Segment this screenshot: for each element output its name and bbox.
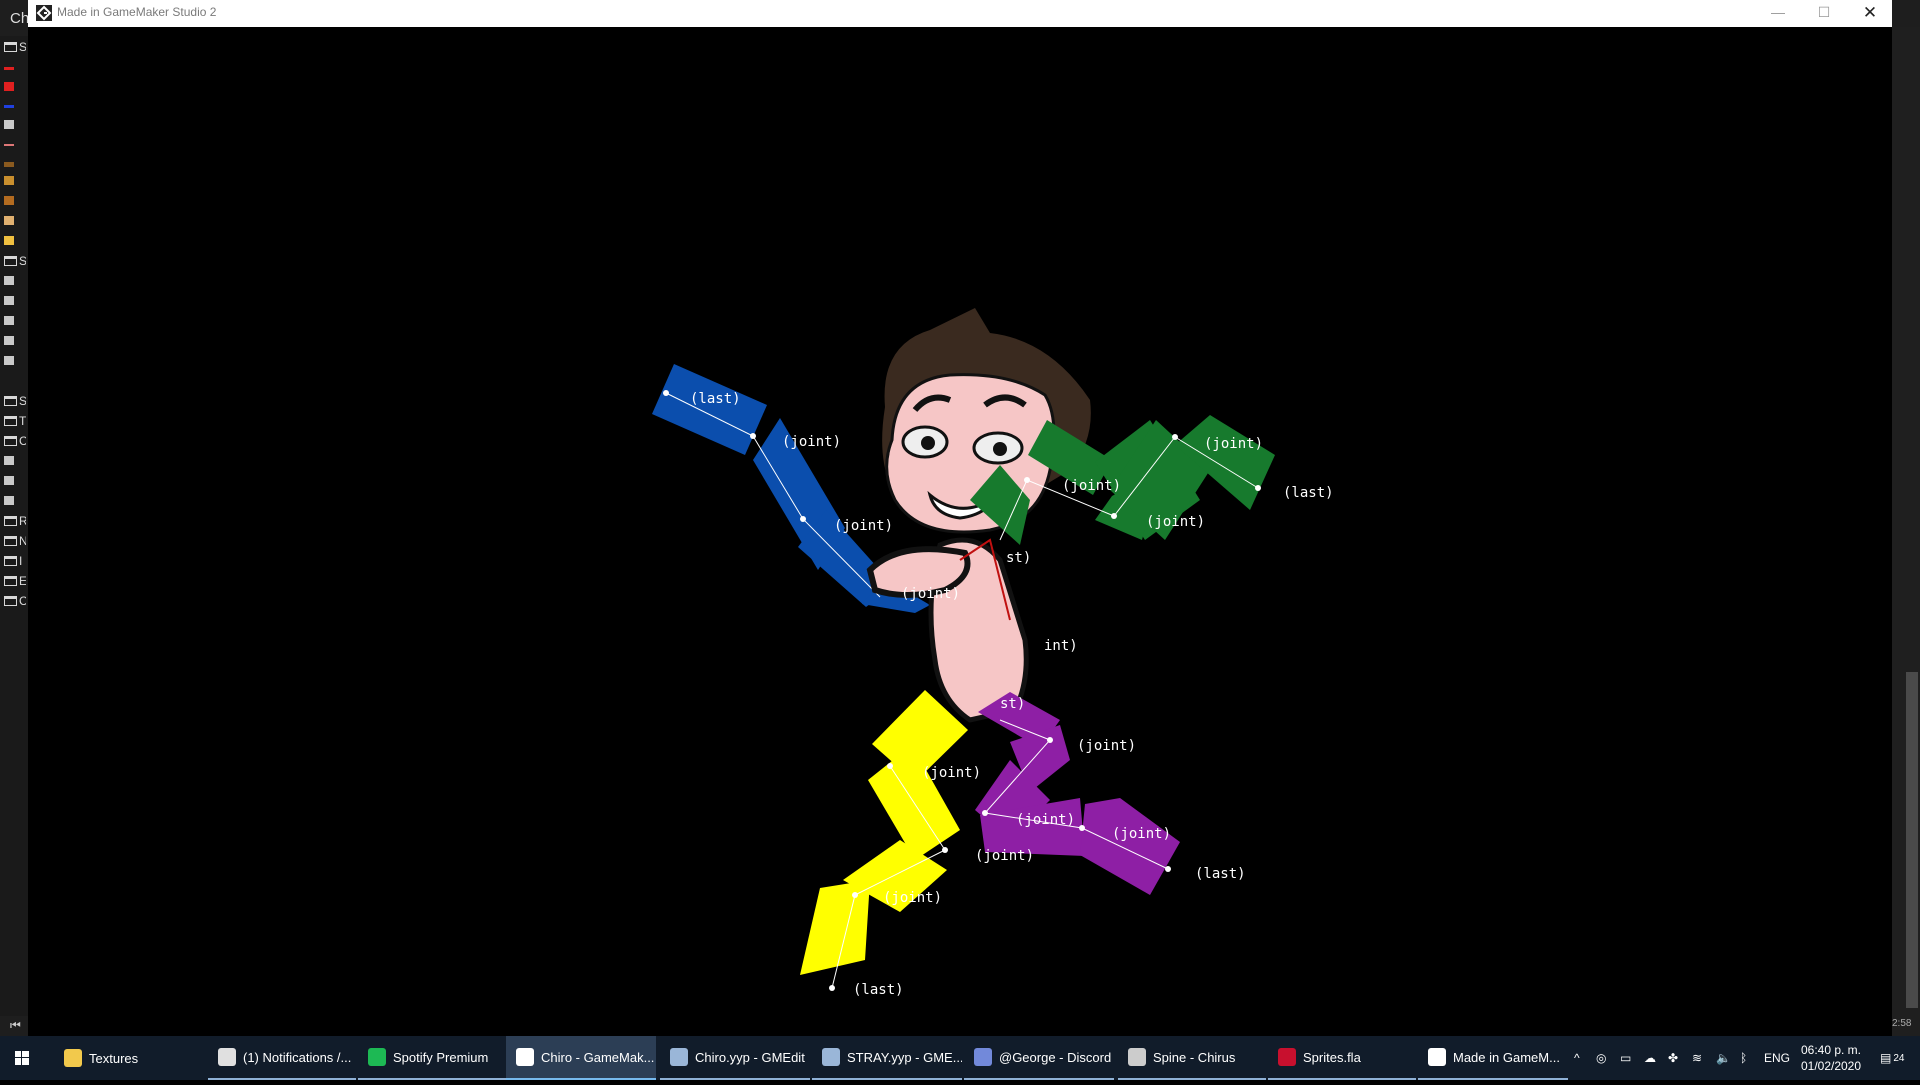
joint-label: (joint) [1016,812,1075,828]
joint-label: (joint) [1062,478,1121,494]
app-icon [516,1048,534,1066]
joint-label: st) [1000,696,1025,712]
taskbar-item-label: Textures [89,1050,139,1066]
joint-label: (joint) [883,890,942,906]
joint-label: (last) [1195,866,1246,882]
windows-taskbar: Textures (1) Notifications /... Spotify Pr… [0,1036,1920,1080]
bluetooth-icon[interactable]: ᛒ [1740,1036,1747,1080]
taskbar-item-label: Spine - Chirus [1153,1049,1236,1065]
app-icon [1428,1048,1446,1066]
volume-icon[interactable]: 🔈 [1716,1036,1731,1080]
yellow-limb [800,690,968,989]
notification-count: 24 [1893,1052,1905,1064]
joint-label: (joint) [975,848,1034,864]
tray-app-icon[interactable]: ◎ [1596,1036,1606,1080]
taskbar-item[interactable]: STRAY.yyp - GME... [812,1036,962,1080]
taskbar-item-label: Chiro - GameMak... [541,1049,655,1065]
taskbar-item[interactable]: Sprites.fla [1268,1036,1416,1080]
cloud-icon[interactable]: ☁ [1644,1036,1656,1080]
clock-time: 06:40 p. m. [1800,1043,1862,1057]
joint-label: int) [1044,638,1078,654]
clock-date: 01/02/2020 [1800,1059,1862,1073]
joint-label: (joint) [834,518,893,534]
joint-label: (last) [853,982,904,998]
taskbar-item[interactable]: Made in GameM... [1418,1036,1568,1080]
app-icon [670,1048,688,1066]
taskbar-item[interactable]: @George - Discord [964,1036,1114,1080]
taskbar-item[interactable]: Chiro.yyp - GMEdit [660,1036,810,1080]
notification-icon: ▤ [1880,1051,1892,1065]
windows-logo-icon [15,1051,29,1065]
start-button[interactable] [0,1036,44,1080]
joint-label: (last) [1283,485,1334,501]
taskbar-item-label: (1) Notifications /... [243,1049,352,1065]
app-icon [64,1049,82,1067]
background-time-label: 2:58 [1892,1018,1912,1029]
joint-label: (joint) [1112,826,1171,842]
taskbar-item-label: Chiro.yyp - GMEdit [695,1049,805,1065]
system-clock[interactable]: 06:40 p. m. 01/02/2020 [1795,1042,1867,1074]
app-icon [1128,1048,1146,1066]
joint-label: (joint) [922,765,981,781]
taskbar-item[interactable]: Spine - Chirus [1118,1036,1266,1080]
language-indicator[interactable]: ENG [1764,1036,1790,1080]
taskbar-item-label: @George - Discord [999,1049,1112,1065]
battery-icon[interactable]: ▭ [1620,1036,1631,1080]
joint-label: st) [1006,550,1031,566]
app-icon [974,1048,992,1066]
tray-chevron-icon[interactable]: ^ [1574,1036,1580,1080]
taskbar-item-label: Made in GameM... [1453,1049,1560,1065]
background-scrollbar-thumb[interactable] [1906,672,1918,1008]
wifi-icon[interactable]: ≋ [1692,1036,1702,1080]
app-icon [368,1048,386,1066]
app-icon [218,1048,236,1066]
joint-label: (last) [690,391,741,407]
character-torso [866,537,1029,723]
taskbar-item-label: STRAY.yyp - GME... [847,1049,962,1065]
purple-limb [975,692,1180,895]
game-canvas[interactable]: (last) (joint) (joint) (joint) (joint) (joint… [0,0,1920,1036]
joint-label: (joint) [782,434,841,450]
taskbar-item-label: Spotify Premium [393,1049,489,1065]
taskbar-item[interactable]: Textures [54,1036,202,1080]
joint-label: (joint) [1204,436,1263,452]
taskbar-item[interactable]: Chiro - GameMak... [506,1036,656,1080]
app-icon [1278,1048,1296,1066]
dropbox-icon[interactable]: ✤ [1668,1036,1678,1080]
taskbar-item[interactable]: Spotify Premium [358,1036,506,1080]
joint-label: (joint) [1077,738,1136,754]
joint-label: (joint) [1146,514,1205,530]
taskbar-item-label: Sprites.fla [1303,1049,1361,1065]
taskbar-item[interactable]: (1) Notifications /... [208,1036,356,1080]
app-icon [822,1048,840,1066]
notifications-button[interactable]: ▤ 24 [1880,1036,1904,1080]
joint-label: (joint) [901,586,960,602]
